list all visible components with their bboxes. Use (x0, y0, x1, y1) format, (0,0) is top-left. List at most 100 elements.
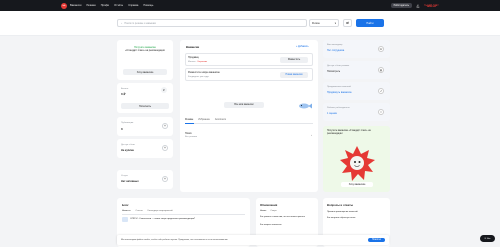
nav-link[interactable]: Вакансии (70, 4, 81, 7)
stat-value: 0 (121, 127, 123, 131)
phone-icon[interactable]: ☏ (378, 46, 384, 52)
resume-tabs: Резюме Избранное Автопоиск (185, 119, 226, 121)
rating-card: Рейтинг работодателя 1 оценка ☆ (323, 103, 390, 121)
db-access-card: Доступ к базе резюме Посмотреть ▤ (323, 61, 390, 79)
chevron-down-icon: ▾ (334, 21, 336, 25)
promo-subtitle: «Стандарт плюс» на рекомендации (125, 49, 165, 53)
promote-label: Продвижение вакансий (327, 86, 351, 88)
database-icon: ▤ (378, 67, 384, 73)
all-vacancies-button[interactable]: Все мои вакансии (224, 102, 264, 108)
search-input[interactable]: ⌕ Поиск по резюме и навыкам (117, 19, 307, 27)
nav-link[interactable]: Справка (128, 4, 138, 7)
cookie-accept-button[interactable]: Понятно (367, 238, 385, 242)
balance-label: Баланс (121, 88, 129, 90)
add-vacancy-link[interactable]: + Добавить (296, 45, 309, 48)
chat-button[interactable]: ✉︎ Чат (480, 235, 495, 242)
stat-card-services: Услуги Нет активных + (117, 170, 173, 189)
rating-value[interactable]: 1 оценка (327, 112, 337, 115)
wallet-icon: ₽ (161, 87, 167, 93)
region-select[interactable]: Регион ▾ (309, 19, 339, 27)
tab-resume[interactable]: Резюме (185, 119, 193, 121)
manager-value[interactable]: Нет сотрудника (327, 49, 344, 52)
nav-right: Работодатель 🔔︎ "ЧИБОР" (390, 3, 439, 8)
rocket-icon: ↗ (378, 88, 384, 94)
topup-button[interactable]: Пополнить (121, 103, 169, 109)
nav-link[interactable]: Отчёты (114, 4, 123, 7)
active-tab-indicator (185, 122, 194, 124)
qa-item[interactable]: Как получить обратную связь (327, 217, 355, 219)
promo-right-title: Получите вакансию «Стандарт плюс» на рек… (327, 130, 371, 135)
nav-link[interactable]: Резюме (86, 4, 95, 7)
vacancies-card: Вакансии + Добавить Продавец Москва · Че… (180, 40, 318, 192)
nav-link[interactable]: Профи (101, 4, 109, 7)
vacancy-sub: Кандидаты уже ждут (188, 75, 210, 78)
nav-link[interactable]: Помощь (143, 4, 153, 7)
updates-tabs: Новое Скоро (260, 210, 277, 212)
new-vacancy-button[interactable]: Новая вакансия (280, 72, 308, 78)
tab-news[interactable]: Новости (122, 210, 130, 212)
search-icon: ⌕ (121, 21, 123, 25)
promote-value[interactable]: Продвинуть вакансию (327, 91, 352, 94)
tab-articles[interactable]: Статьи (135, 210, 142, 212)
top-nav: hh Вакансии Резюме Профи Отчёты Справка … (0, 0, 500, 11)
stat-label: Публикации (121, 122, 134, 124)
nav-links: Вакансии Резюме Профи Отчёты Справка Пом… (70, 4, 153, 7)
region-label: Регион (312, 21, 320, 25)
buy-access-button[interactable]: + (162, 145, 168, 151)
tab-divider (185, 123, 313, 124)
stat-label: Услуги (121, 175, 128, 177)
cookie-banner: Мы используем файлы cookie, чтобы сайт р… (117, 235, 389, 245)
tab-autosearch[interactable]: Автопоиск (215, 119, 226, 121)
brand-logo[interactable]: "ЧИБОР" (424, 4, 439, 8)
search-placeholder: Поиск по резюме и навыкам (124, 21, 156, 25)
updates-title: Обновления (260, 203, 278, 207)
site-logo[interactable]: hh (61, 2, 67, 9)
promo-card-right: Получите вакансию «Стандарт плюс» на рек… (323, 126, 390, 192)
chevron-right-icon[interactable]: › (311, 133, 312, 137)
find-button[interactable]: Найти (356, 19, 384, 27)
stat-card-publications: Публикации 0 + (117, 117, 173, 136)
vacancy-row[interactable]: Продавец Москва · Черновик Разместить (185, 53, 313, 66)
access-label: Доступ к базе резюме (327, 65, 350, 67)
stat-value: Не куплен (121, 149, 134, 152)
promo-button[interactable]: Хочу вакансию (123, 69, 167, 75)
publish-button[interactable]: Разместить (280, 57, 308, 63)
manager-card: Ваш менеджер Нет сотрудника ☏ (323, 40, 390, 58)
fish-illustration (299, 103, 312, 109)
chat-label: Чат (486, 237, 491, 240)
promo-right-button[interactable]: Хочу вакансию (341, 182, 373, 187)
swap-icon[interactable]: ⇄ (343, 19, 352, 27)
vacancy-row[interactable]: Разместите новую вакансию Кандидаты уже … (185, 68, 313, 81)
tab-soon[interactable]: Скоро (270, 210, 276, 212)
mascot-illustration (340, 146, 375, 181)
vacancies-title: Вакансии (186, 45, 200, 49)
qa-item[interactable]: Правила размещения вакансий (327, 211, 358, 213)
balance-value: 0 ₽ (121, 92, 126, 96)
blog-item[interactable]: ОПРОС: Соискатели — какие чаще предлагаю… (130, 218, 195, 220)
blog-divider (122, 213, 245, 214)
tab-favorites[interactable]: Избранное (198, 119, 210, 121)
vacancy-sub: Москва · Черновик (188, 60, 208, 63)
promo-text: Получите вакансию «Стандарт плюс» на рек… (123, 46, 167, 52)
rating-label: Рейтинг работодателя (327, 107, 350, 109)
promo-card-left: Получите вакансию «Стандарт плюс» на рек… (117, 40, 173, 80)
stat-label: Доступ к базе (121, 144, 135, 146)
add-service-button[interactable]: + (162, 176, 168, 182)
role-switch[interactable]: Работодатель (390, 3, 413, 8)
bell-icon[interactable]: 🔔︎ (416, 4, 420, 8)
search-result-title[interactable]: Поиск (185, 132, 192, 135)
blog-thumbnail (122, 217, 128, 222)
tab-new[interactable]: Новое (260, 210, 266, 212)
update-item[interactable]: Как указать в вакансии, что вы готовы пр… (260, 216, 314, 219)
add-publication-button[interactable]: + (162, 123, 168, 129)
star-icon: ☆ (378, 109, 384, 115)
blog-tabs: Новости Статьи Календарь мероприятий (122, 210, 173, 212)
access-value[interactable]: Посмотреть (327, 70, 340, 73)
manager-label: Ваш менеджер (327, 44, 343, 46)
stat-value: Нет активных (121, 180, 139, 183)
update-item[interactable]: Как закрыть вакансию (260, 224, 314, 226)
qa-title: Вопросы и ответы (327, 203, 353, 207)
vacancy-name: Продавец (188, 56, 199, 59)
tab-events[interactable]: Календарь мероприятий (148, 210, 173, 212)
vacancy-name: Разместите новую вакансию (188, 71, 220, 74)
